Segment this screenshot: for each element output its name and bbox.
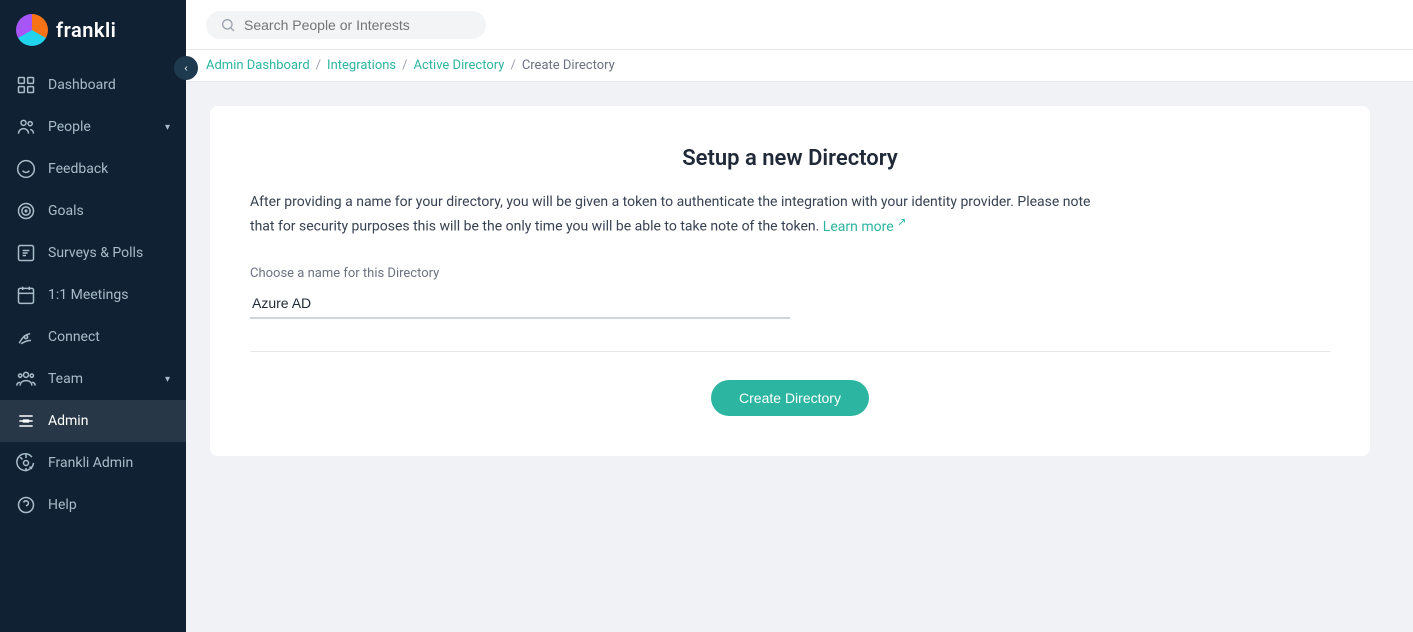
sidebar-nav: Dashboard People ▾ Feedback Goals bbox=[0, 60, 186, 632]
sidebar-item-team[interactable]: Team ▾ bbox=[0, 358, 186, 400]
content-area: Setup a new Directory After providing a … bbox=[186, 82, 1413, 632]
sidebar-item-frankli-admin-label: Frankli Admin bbox=[48, 455, 133, 471]
dashboard-icon bbox=[16, 75, 36, 95]
sidebar-item-dashboard-label: Dashboard bbox=[48, 77, 116, 93]
sidebar-item-people-label: People bbox=[48, 119, 91, 135]
directory-name-input[interactable] bbox=[250, 289, 790, 319]
learn-more-link[interactable]: Learn more ↗ bbox=[823, 219, 907, 235]
meetings-icon bbox=[16, 285, 36, 305]
connect-icon bbox=[16, 327, 36, 347]
sidebar-logo-text: frankli bbox=[56, 18, 116, 42]
breadcrumb-create-directory: Create Directory bbox=[522, 58, 615, 73]
people-icon bbox=[16, 117, 36, 137]
admin-icon bbox=[16, 411, 36, 431]
sidebar-item-feedback-label: Feedback bbox=[48, 161, 108, 177]
frankli-logo-icon bbox=[16, 14, 48, 46]
directory-name-label: Choose a name for this Directory bbox=[250, 266, 1330, 281]
sidebar-item-people[interactable]: People ▾ bbox=[0, 106, 186, 148]
sidebar-logo: frankli bbox=[0, 0, 186, 60]
sidebar-item-help-label: Help bbox=[48, 497, 77, 513]
setup-card: Setup a new Directory After providing a … bbox=[210, 106, 1370, 456]
breadcrumb-admin-dashboard[interactable]: Admin Dashboard bbox=[206, 58, 310, 73]
search-box[interactable] bbox=[206, 11, 486, 39]
search-icon bbox=[220, 17, 236, 33]
sidebar-item-team-label: Team bbox=[48, 371, 83, 387]
card-title: Setup a new Directory bbox=[250, 146, 1330, 171]
breadcrumb-sep-2: / bbox=[402, 58, 407, 73]
sidebar-item-meetings-label: 1:1 Meetings bbox=[48, 287, 128, 303]
breadcrumb-sep-3: / bbox=[510, 58, 515, 73]
main-content: Admin Dashboard / Integrations / Active … bbox=[186, 0, 1413, 632]
team-icon bbox=[16, 369, 36, 389]
surveys-icon bbox=[16, 243, 36, 263]
sidebar-item-help[interactable]: Help bbox=[0, 484, 186, 526]
card-description: After providing a name for your director… bbox=[250, 191, 1110, 238]
topbar bbox=[186, 0, 1413, 50]
sidebar-item-meetings[interactable]: 1:1 Meetings bbox=[0, 274, 186, 316]
sidebar-item-goals[interactable]: Goals bbox=[0, 190, 186, 232]
directory-name-form-group: Choose a name for this Directory bbox=[250, 266, 1330, 319]
external-link-icon: ↗ bbox=[897, 215, 906, 228]
sidebar-item-surveys-label: Surveys & Polls bbox=[48, 245, 143, 261]
people-arrow-icon: ▾ bbox=[165, 122, 170, 133]
goals-icon bbox=[16, 201, 36, 221]
card-description-text: After providing a name for your director… bbox=[250, 194, 1091, 235]
sidebar-item-frankli-admin[interactable]: Frankli Admin bbox=[0, 442, 186, 484]
sidebar: frankli ‹ Dashboard People ▾ Feedback bbox=[0, 0, 186, 632]
team-arrow-icon: ▾ bbox=[165, 374, 170, 385]
sidebar-item-connect[interactable]: Connect bbox=[0, 316, 186, 358]
breadcrumb-active-directory[interactable]: Active Directory bbox=[414, 58, 505, 73]
sidebar-collapse-button[interactable]: ‹ bbox=[174, 56, 198, 80]
form-divider bbox=[250, 351, 1330, 352]
help-icon bbox=[16, 495, 36, 515]
search-input[interactable] bbox=[244, 17, 472, 33]
frankli-admin-icon bbox=[16, 453, 36, 473]
sidebar-item-goals-label: Goals bbox=[48, 203, 84, 219]
create-directory-button[interactable]: Create Directory bbox=[711, 380, 869, 416]
sidebar-item-dashboard[interactable]: Dashboard bbox=[0, 64, 186, 106]
breadcrumb-integrations[interactable]: Integrations bbox=[327, 58, 396, 73]
sidebar-item-surveys[interactable]: Surveys & Polls bbox=[0, 232, 186, 274]
sidebar-item-admin-label: Admin bbox=[48, 413, 88, 429]
sidebar-item-connect-label: Connect bbox=[48, 329, 100, 345]
breadcrumb: Admin Dashboard / Integrations / Active … bbox=[186, 50, 1413, 82]
sidebar-item-feedback[interactable]: Feedback bbox=[0, 148, 186, 190]
sidebar-item-admin[interactable]: Admin bbox=[0, 400, 186, 442]
feedback-icon bbox=[16, 159, 36, 179]
breadcrumb-sep-1: / bbox=[316, 58, 321, 73]
